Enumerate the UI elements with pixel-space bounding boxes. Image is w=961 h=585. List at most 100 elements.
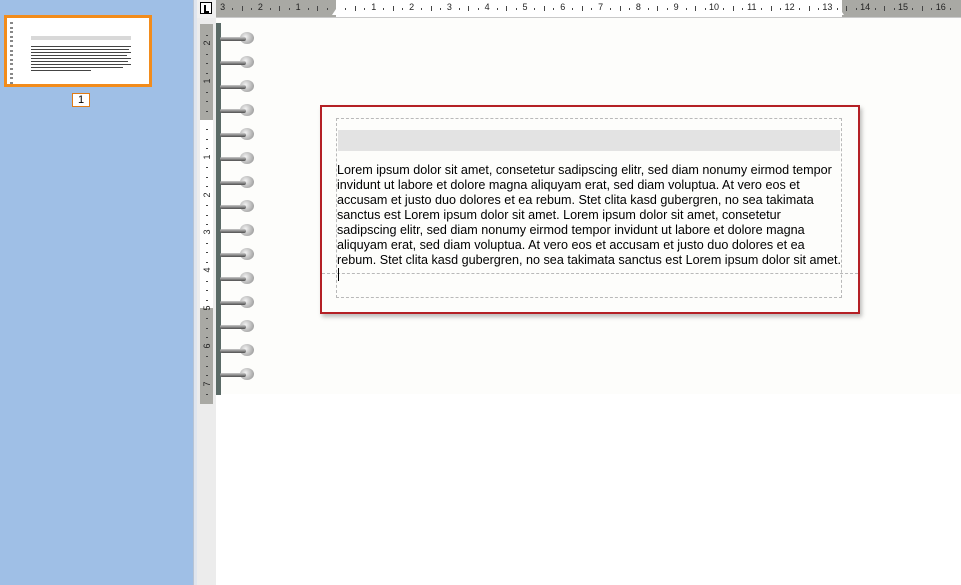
ruler-tick [591, 8, 593, 10]
ruler-number: 5 [202, 305, 212, 311]
binding-ring [220, 295, 254, 309]
ruler-tick [269, 8, 271, 10]
horizontal-ruler[interactable]: 3 2 1 1 2 3 4 5 6 7 8 9 10 11 12 13 14 15 16 [216, 0, 961, 18]
thumbnail-text-line [31, 55, 127, 56]
ruler-number: 4 [484, 2, 490, 12]
ruler-number: 1 [202, 78, 212, 84]
binding-ring [220, 103, 254, 117]
ruler-tick [553, 8, 555, 10]
thumbnail-binding-ring [10, 22, 13, 24]
ruler-tick [723, 8, 725, 10]
thumbnail-binding-ring [10, 40, 13, 43]
ruler-number: 11 [747, 2, 757, 12]
thumbnail-binding-ring [10, 45, 13, 47]
binding-ring [220, 151, 254, 165]
ruler-number: 8 [635, 2, 641, 12]
ruler-number: 6 [202, 343, 212, 349]
text-frame[interactable]: Lorem ipsum dolor sit amet, consetetur s… [320, 105, 860, 314]
binding-ring [220, 175, 254, 189]
ruler-tick [206, 280, 208, 282]
ruler-number: 1 [202, 154, 212, 160]
ruler-tick [477, 8, 479, 10]
thumbnail-text-line [31, 52, 131, 53]
page-thumbnail[interactable] [4, 15, 152, 87]
ruler-tick [206, 252, 208, 254]
ruler-tick [288, 8, 290, 10]
ruler-tick [206, 223, 208, 225]
right-indent-marker[interactable] [836, 9, 844, 15]
ruler-tick [732, 6, 734, 11]
ruler-number: 10 [708, 2, 720, 12]
ruler-number: 12 [784, 2, 795, 12]
ruler-tick [250, 8, 252, 10]
ruler-tick [506, 6, 508, 11]
ruler-tick [515, 8, 517, 10]
ruler-tick [206, 394, 208, 396]
ruler-number: 15 [897, 2, 909, 12]
ruler-number: 4 [202, 267, 212, 273]
ruler-tick [610, 8, 612, 10]
thumbnail-binding-ring [10, 35, 13, 38]
ruler-tick [695, 6, 697, 11]
ruler-tick [206, 318, 208, 320]
thumbnail-text-line [31, 67, 123, 68]
ruler-tick [817, 8, 819, 10]
ruler-tick [468, 6, 470, 11]
thumbnail-text-line [31, 49, 129, 50]
ruler-tick [421, 8, 423, 10]
ruler-tick [572, 8, 574, 10]
ruler-tick [402, 8, 404, 10]
ruler-number: 9 [673, 2, 679, 12]
binding-ring [220, 31, 254, 45]
document-canvas[interactable]: Lorem ipsum dolor sit amet, consetetur s… [216, 18, 961, 585]
text-cursor [338, 268, 339, 281]
ruler-tick [950, 8, 952, 10]
body-text[interactable]: Lorem ipsum dolor sit amet, consetetur s… [337, 163, 841, 283]
ruler-tick [619, 6, 621, 11]
ruler-tick [206, 365, 208, 367]
ruler-number: 2 [202, 40, 212, 46]
left-indent-marker[interactable] [332, 9, 340, 15]
ruler-tick [206, 375, 208, 377]
ruler-tick [206, 299, 208, 301]
ruler-tick [279, 6, 281, 11]
ruler-number: 3 [446, 2, 452, 12]
spiral-binding [216, 23, 256, 395]
ruler-tick [206, 327, 208, 329]
ruler-tick [893, 8, 895, 10]
ruler-tick [206, 176, 208, 178]
binding-ring [220, 319, 254, 333]
thumbnail-binding-ring [10, 81, 13, 84]
ruler-tick [912, 8, 914, 10]
ruler-tick [770, 6, 772, 11]
binding-ring [220, 247, 254, 261]
binding-ring [220, 223, 254, 237]
ruler-number: 5 [522, 2, 528, 12]
ruler-tick [628, 8, 630, 10]
ruler-tick [383, 8, 385, 10]
ruler-number: 6 [560, 2, 566, 12]
thumbnail-text-line [31, 70, 91, 71]
thumbnail-page-number: 1 [72, 93, 90, 107]
binding-ring [220, 127, 254, 141]
ruler-tick [761, 8, 763, 10]
ruler-tick [921, 6, 923, 11]
ruler-tick [206, 53, 208, 55]
ruler-number: 2 [202, 192, 212, 198]
ruler-number: 16 [935, 2, 946, 12]
page[interactable]: Lorem ipsum dolor sit amet, consetetur s… [216, 18, 961, 395]
ruler-number: 1 [295, 2, 301, 12]
vertical-ruler[interactable]: 2 1 1 2 3 4 5 6 7 [197, 18, 216, 585]
ruler-tick [657, 6, 659, 11]
heading-placeholder[interactable] [338, 130, 840, 151]
ruler-tick [326, 8, 328, 10]
ruler-number: 2 [409, 2, 415, 12]
ruler-tick [206, 356, 208, 358]
tab-stop-selector[interactable] [200, 2, 212, 14]
ruler-tick [206, 129, 208, 131]
ruler-tick [799, 8, 801, 10]
ruler-tick [581, 6, 583, 11]
ruler-tick [206, 214, 208, 216]
ruler-tick [704, 8, 706, 10]
ruler-tick [808, 6, 810, 11]
